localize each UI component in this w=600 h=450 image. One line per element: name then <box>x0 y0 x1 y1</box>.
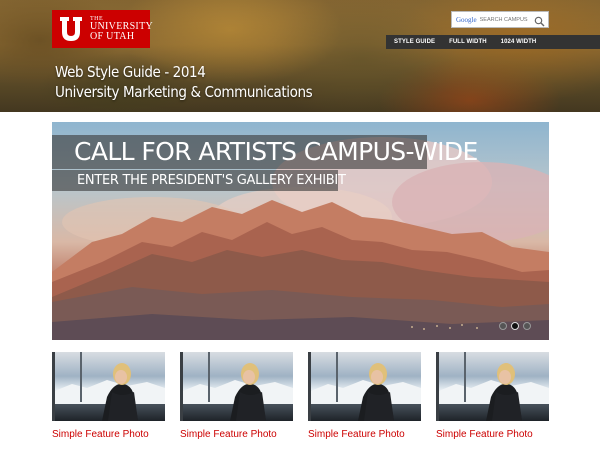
hero-headline[interactable]: CALL FOR ARTISTS CAMPUS-WIDE <box>52 135 478 169</box>
slide-dot-3[interactable] <box>523 322 531 330</box>
site-title: Web Style Guide - 2014 University Market… <box>55 63 313 103</box>
top-navigation: STYLE GUIDE FULL WIDTH 1024 WIDTH <box>386 35 600 49</box>
search-input[interactable] <box>479 16 534 23</box>
site-title-line-1: Web Style Guide - 2014 <box>55 63 206 81</box>
logo-wordmark: THE UNIVERSITY OF UTAH <box>90 16 153 42</box>
slide-dot-2[interactable] <box>511 322 519 330</box>
u-block-logo-icon <box>58 15 84 43</box>
feature-photo[interactable] <box>52 352 165 421</box>
google-brand-label: Google <box>456 15 477 24</box>
search-box[interactable]: Google <box>451 11 549 28</box>
hero-subheadline[interactable]: ENTER THE PRESIDENT'S GALLERY EXHIBIT <box>52 170 346 191</box>
feature-link[interactable]: Simple Feature Photo <box>436 429 549 440</box>
slider-pagination <box>499 322 531 330</box>
feature-card[interactable]: Simple Feature Photo <box>436 352 549 440</box>
feature-card[interactable]: Simple Feature Photo <box>308 352 421 440</box>
feature-photo[interactable] <box>180 352 293 421</box>
search-icon[interactable] <box>534 14 545 27</box>
feature-card[interactable]: Simple Feature Photo <box>52 352 165 440</box>
feature-link[interactable]: Simple Feature Photo <box>52 429 165 440</box>
slide-dot-1[interactable] <box>499 322 507 330</box>
feature-photo[interactable] <box>308 352 421 421</box>
nav-full-width[interactable]: FULL WIDTH <box>449 39 487 45</box>
hero-slider[interactable]: CALL FOR ARTISTS CAMPUS-WIDE ENTER THE P… <box>52 122 549 340</box>
nav-style-guide[interactable]: STYLE GUIDE <box>394 39 435 45</box>
university-logo[interactable]: THE UNIVERSITY OF UTAH <box>52 10 153 48</box>
feature-link[interactable]: Simple Feature Photo <box>180 429 293 440</box>
site-header: THE UNIVERSITY OF UTAH Google STYLE GUID… <box>0 0 600 112</box>
logo-line-3: OF UTAH <box>90 31 135 42</box>
feature-link[interactable]: Simple Feature Photo <box>308 429 421 440</box>
feature-card[interactable]: Simple Feature Photo <box>180 352 293 440</box>
nav-1024-width[interactable]: 1024 WIDTH <box>501 39 537 45</box>
site-title-line-2: University Marketing & Communications <box>55 83 313 101</box>
feature-grid: Simple Feature Photo Simple Feature Phot… <box>52 352 549 442</box>
feature-photo[interactable] <box>436 352 549 421</box>
